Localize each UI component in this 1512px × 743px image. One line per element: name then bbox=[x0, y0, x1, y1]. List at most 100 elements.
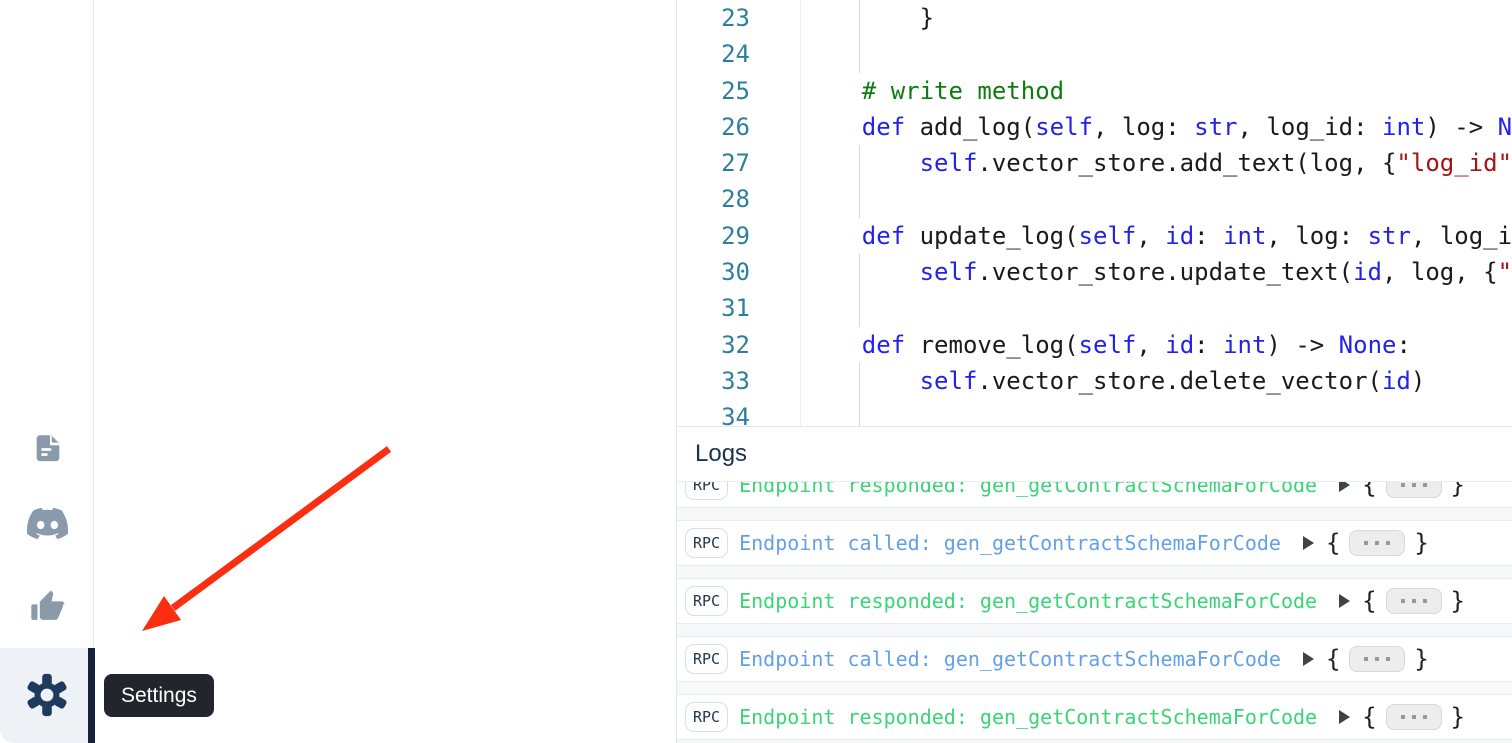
expand-triangle-icon[interactable] bbox=[1339, 482, 1350, 492]
ellipsis-dot bbox=[1412, 599, 1416, 603]
discord-icon bbox=[27, 503, 68, 544]
ellipsis-pill[interactable] bbox=[1386, 482, 1442, 498]
right-panel: 232425262728293031323334 } # write metho… bbox=[676, 0, 1512, 743]
open-brace: { bbox=[1362, 482, 1376, 499]
thumbs-up-icon bbox=[29, 589, 66, 626]
indent-guide bbox=[859, 363, 860, 399]
settings-tooltip-label: Settings bbox=[121, 684, 197, 708]
rpc-badge: RPC bbox=[685, 702, 728, 732]
code-line bbox=[802, 290, 1512, 326]
ellipsis-dot bbox=[1375, 541, 1379, 545]
log-message: Endpoint responded: gen_getContractSchem… bbox=[739, 589, 1317, 613]
ellipsis-pill[interactable] bbox=[1349, 646, 1405, 672]
log-message: Endpoint called: gen_getContractSchemaFo… bbox=[739, 647, 1281, 671]
indent-guide bbox=[859, 0, 860, 36]
ellipsis-dot bbox=[1375, 657, 1379, 661]
ellipsis-dot bbox=[1386, 657, 1390, 661]
rpc-badge: RPC bbox=[685, 482, 728, 500]
rpc-badge: RPC bbox=[685, 586, 728, 616]
logs-panel: Logs RPC Endpoint responded: gen_getContr… bbox=[677, 426, 1512, 743]
collapsed-json-object[interactable]: {} bbox=[1339, 587, 1465, 615]
ellipsis-dot bbox=[1364, 657, 1368, 661]
ellipsis-dot bbox=[1423, 715, 1427, 719]
log-message: Endpoint responded: gen_getContractSchem… bbox=[739, 482, 1317, 497]
rpc-badge: RPC bbox=[685, 644, 728, 674]
code-line: self.vector_store.update_text(id, log, {… bbox=[802, 254, 1512, 290]
line-number: 25 bbox=[677, 73, 800, 109]
collapsed-json-object[interactable]: {} bbox=[1339, 482, 1465, 499]
indent-guide bbox=[859, 36, 860, 72]
document-icon bbox=[30, 431, 64, 465]
settings-active-indicator bbox=[88, 648, 95, 743]
line-number: 23 bbox=[677, 0, 800, 36]
ellipsis-dot bbox=[1412, 483, 1416, 487]
ellipsis-pill[interactable] bbox=[1349, 530, 1405, 556]
code-line: def add_log(self, log: str, log_id: int)… bbox=[802, 109, 1512, 145]
open-brace: { bbox=[1362, 703, 1376, 731]
code-line bbox=[802, 181, 1512, 217]
sidebar-item-docs[interactable] bbox=[21, 422, 73, 474]
open-brace: { bbox=[1326, 645, 1340, 673]
line-number: 26 bbox=[677, 109, 800, 145]
line-number: 27 bbox=[677, 145, 800, 181]
ellipsis-dot bbox=[1364, 541, 1368, 545]
line-number: 29 bbox=[677, 218, 800, 254]
indent-guide bbox=[859, 145, 860, 181]
log-message: Endpoint called: gen_getContractSchemaFo… bbox=[739, 531, 1281, 555]
logs-panel-header: Logs bbox=[677, 427, 1512, 482]
expand-triangle-icon[interactable] bbox=[1303, 536, 1314, 550]
line-number: 34 bbox=[677, 399, 800, 426]
close-brace: } bbox=[1414, 645, 1428, 673]
app-window: { "sidebar": { "items": [ {"id": "docs",… bbox=[0, 0, 1512, 743]
open-brace: { bbox=[1362, 587, 1376, 615]
line-number: 33 bbox=[677, 363, 800, 399]
code-line bbox=[802, 399, 1512, 426]
line-number: 31 bbox=[677, 290, 800, 326]
left-sidebar bbox=[0, 0, 94, 743]
close-brace: } bbox=[1451, 482, 1465, 499]
log-row[interactable]: RPCEndpoint called: gen_getContractSchem… bbox=[677, 520, 1512, 566]
logs-panel-title: Logs bbox=[695, 440, 747, 468]
indent-guide bbox=[859, 290, 860, 326]
log-row[interactable]: RPC Endpoint responded: gen_getContractSc… bbox=[677, 482, 1512, 508]
collapsed-json-object[interactable]: {} bbox=[1339, 703, 1465, 731]
log-message: Endpoint responded: gen_getContractSchem… bbox=[739, 705, 1317, 729]
sidebar-item-feedback[interactable] bbox=[21, 581, 73, 633]
ellipsis-pill[interactable] bbox=[1386, 588, 1442, 614]
ellipsis-dot bbox=[1412, 715, 1416, 719]
code-line: self.vector_store.add_text(log, {"log_id… bbox=[802, 145, 1512, 181]
sidebar-item-settings[interactable] bbox=[21, 669, 73, 721]
ellipsis-dot bbox=[1386, 541, 1390, 545]
close-brace: } bbox=[1414, 529, 1428, 557]
ellipsis-dot bbox=[1401, 483, 1405, 487]
logs-list[interactable]: RPC Endpoint responded: gen_getContractSc… bbox=[677, 482, 1512, 743]
code-line bbox=[802, 36, 1512, 72]
close-brace: } bbox=[1451, 703, 1465, 731]
indent-guide bbox=[859, 181, 860, 217]
ellipsis-dot bbox=[1423, 599, 1427, 603]
code-line: # write method bbox=[802, 73, 1512, 109]
close-brace: } bbox=[1451, 587, 1465, 615]
expand-triangle-icon[interactable] bbox=[1339, 710, 1350, 724]
expand-triangle-icon[interactable] bbox=[1339, 594, 1350, 608]
line-number: 24 bbox=[677, 36, 800, 72]
ellipsis-dot bbox=[1423, 483, 1427, 487]
log-row[interactable]: RPC Endpoint called: gen_getContractSchem… bbox=[677, 636, 1512, 682]
log-row[interactable]: RPC Endpoint responded: gen_getContractSc… bbox=[677, 578, 1512, 624]
collapsed-json-object[interactable]: {} bbox=[1303, 529, 1429, 557]
code-line: self.vector_store.delete_vector(id) bbox=[802, 363, 1512, 399]
line-number: 30 bbox=[677, 254, 800, 290]
indent-guide bbox=[859, 254, 860, 290]
code-editor[interactable]: 232425262728293031323334 } # write metho… bbox=[677, 0, 1512, 426]
line-number: 28 bbox=[677, 181, 800, 217]
expand-triangle-icon[interactable] bbox=[1303, 652, 1314, 666]
line-number: 32 bbox=[677, 327, 800, 363]
gear-icon bbox=[24, 672, 70, 718]
code-content[interactable]: } # write method def add_log(self, log: … bbox=[802, 0, 1512, 426]
ellipsis-pill[interactable] bbox=[1386, 704, 1442, 730]
code-line: } bbox=[802, 0, 1512, 36]
sidebar-item-discord[interactable] bbox=[21, 497, 73, 549]
collapsed-json-object[interactable]: {} bbox=[1303, 645, 1429, 673]
code-line: def update_log(self, id: int, log: str, … bbox=[802, 218, 1512, 254]
log-row[interactable]: RPC Endpoint responded: gen_getContractSc… bbox=[677, 694, 1512, 740]
